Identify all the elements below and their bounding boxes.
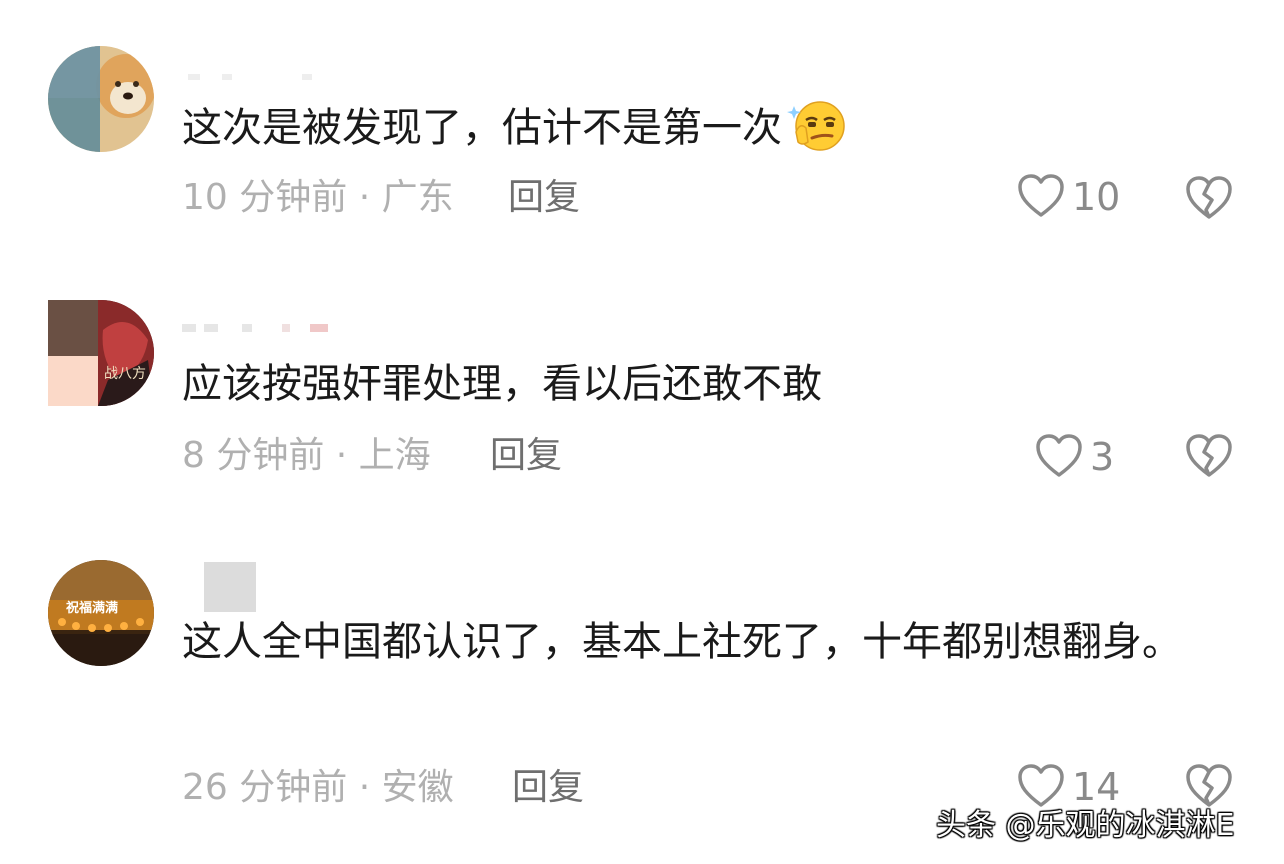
avatar[interactable] xyxy=(48,46,154,152)
comment-text: 这次是被发现了，估计不是第一次 xyxy=(182,88,1242,168)
avatar[interactable]: 战八方 xyxy=(48,300,154,406)
watermark: 头条 @乐观的冰淇淋E xyxy=(936,808,1235,843)
heart-icon xyxy=(1018,764,1064,807)
reply-button[interactable]: 回复 xyxy=(512,766,584,810)
dislike-button[interactable] xyxy=(1184,174,1234,228)
like-count: 10 xyxy=(1072,175,1121,219)
comment-text-content: 这次是被发现了，估计不是第一次 xyxy=(182,105,782,151)
heart-icon xyxy=(1018,174,1064,217)
like-count: 3 xyxy=(1090,435,1115,479)
thinking-smirk-emoji-icon xyxy=(786,98,846,154)
like-button[interactable]: 3 xyxy=(1034,432,1114,482)
comment-meta: 8 分钟前 · 上海 xyxy=(182,435,431,476)
dislike-button[interactable] xyxy=(1184,432,1234,486)
like-count: 14 xyxy=(1072,765,1121,809)
broken-heart-icon xyxy=(1186,176,1232,219)
broken-heart-icon xyxy=(1186,434,1232,477)
like-button[interactable]: 10 xyxy=(1016,172,1120,222)
broken-heart-icon xyxy=(1186,764,1232,807)
reply-button[interactable]: 回复 xyxy=(490,434,562,478)
comment-meta: 10 分钟前 · 广东 xyxy=(182,177,454,218)
comment-text: 这人全中国都认识了，基本上社死了，十年都别想翻身。 xyxy=(182,619,1182,665)
comment-text: 应该按强奸罪处理，看以后还敢不敢 xyxy=(182,361,822,407)
comment-meta: 26 分钟前 · 安徽 xyxy=(182,767,454,808)
comment-list: 这次是被发现了，估计不是第一次 10 分钟前 · 广东 回复 10 战八方 应该… xyxy=(0,0,1284,864)
svg-text:祝福满满: 祝福满满 xyxy=(66,600,118,616)
like-button[interactable]: 14 xyxy=(1016,762,1120,812)
avatar[interactable]: 祝福满满 xyxy=(48,560,154,666)
heart-icon xyxy=(1036,434,1082,477)
reply-button[interactable]: 回复 xyxy=(508,176,580,220)
svg-text:战八方: 战八方 xyxy=(104,366,146,382)
username-blurred[interactable] xyxy=(182,68,382,88)
username-blurred[interactable] xyxy=(182,318,382,338)
